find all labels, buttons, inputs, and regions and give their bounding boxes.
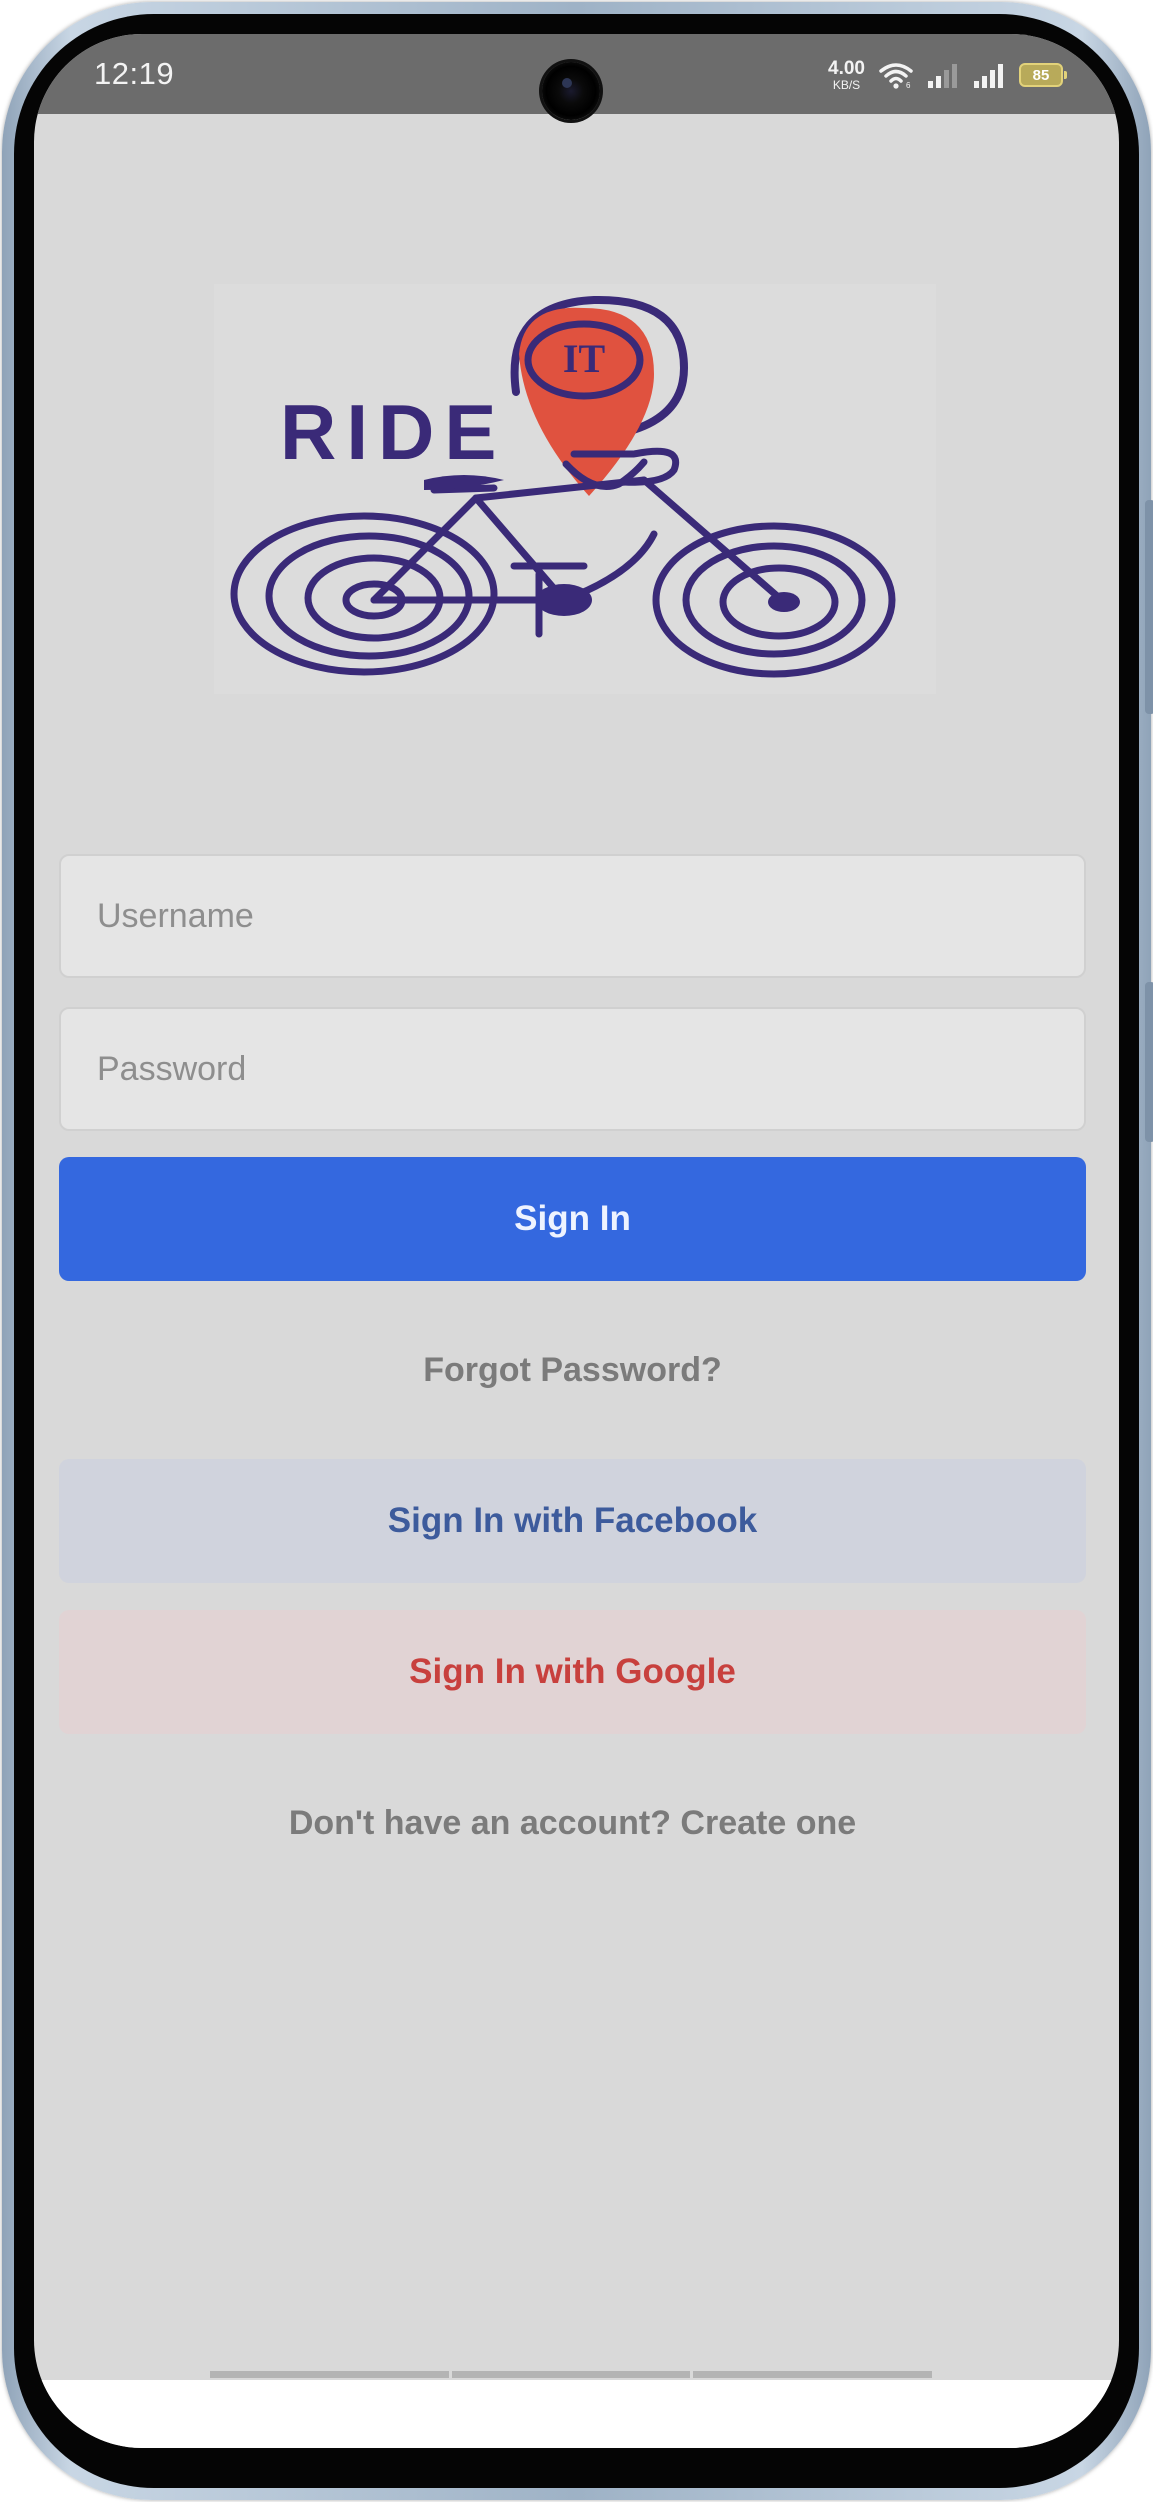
google-sign-in-button[interactable]: Sign In with Google [59, 1610, 1086, 1734]
logo-pin-text: IT [563, 336, 606, 381]
password-input[interactable]: Password [59, 1007, 1086, 1131]
screen: 12:19 4.00 KB/S 6 85 IT RIDE Username Pa… [34, 34, 1119, 2448]
signal-weak-icon [927, 61, 959, 89]
volume-button [1145, 982, 1153, 1142]
navigation-hint-bar[interactable] [210, 2371, 933, 2378]
signal-strong-icon [973, 61, 1005, 89]
svg-text:6: 6 [906, 81, 911, 89]
username-input[interactable]: Username [59, 854, 1086, 978]
status-bar: 12:19 4.00 KB/S 6 85 [34, 34, 1119, 120]
network-speed-unit: KB/S [832, 78, 861, 92]
forgot-password-link[interactable]: Forgot Password? [59, 1351, 1086, 1390]
bicycle-logo-icon: IT RIDE [230, 295, 896, 678]
nav-hint-segment [451, 2371, 691, 2378]
battery-icon: 85 [1019, 63, 1067, 87]
logo-brand-text: RIDE [280, 388, 506, 476]
facebook-sign-in-button[interactable]: Sign In with Facebook [59, 1459, 1086, 1583]
nav-hint-segment [210, 2371, 449, 2378]
wifi-icon: 6 [879, 61, 913, 89]
power-button [1145, 500, 1153, 714]
front-camera [542, 62, 600, 120]
sign-in-button[interactable]: Sign In [59, 1157, 1086, 1281]
bottom-strip [34, 2380, 1119, 2448]
status-time: 12:19 [94, 56, 175, 91]
create-account-link[interactable]: Don't have an account? Create one [59, 1804, 1086, 1843]
battery-level: 85 [1032, 66, 1050, 84]
ride-it-logo: IT RIDE [214, 284, 936, 694]
network-speed-value: 4.00 [828, 58, 865, 79]
status-icons: 4.00 KB/S 6 85 [828, 54, 1067, 96]
nav-hint-segment [693, 2371, 933, 2378]
network-speed: 4.00 KB/S [828, 59, 865, 91]
